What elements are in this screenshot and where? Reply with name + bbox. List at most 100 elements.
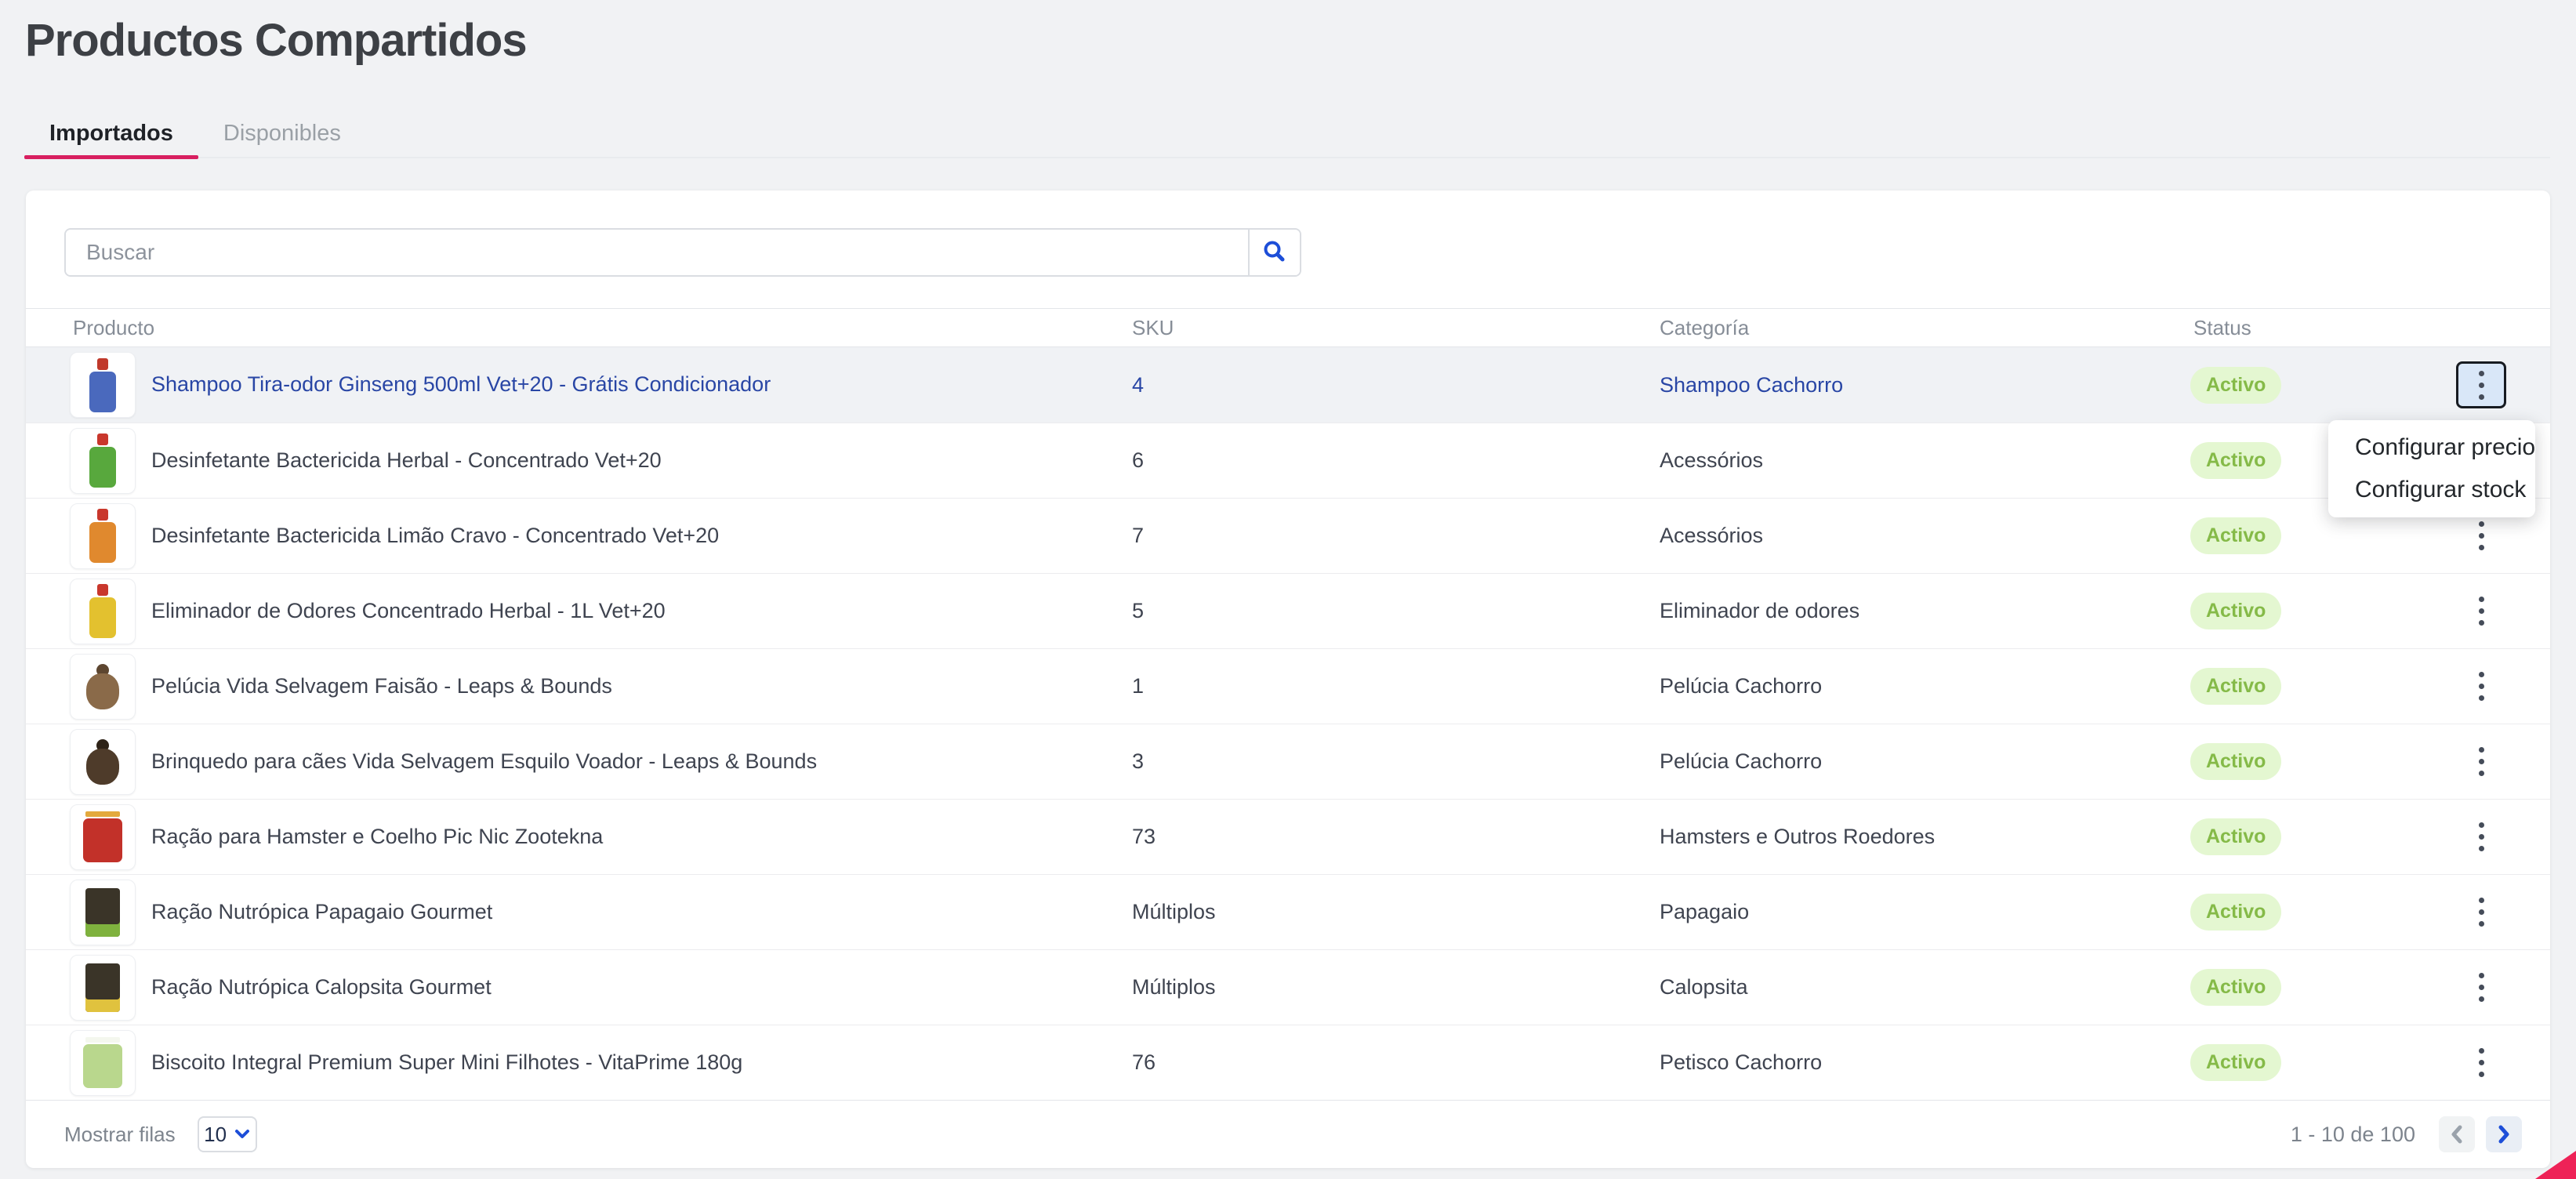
sku-cell: 3 [1129, 749, 1656, 774]
rows-per-page-select[interactable]: 10 [198, 1116, 257, 1152]
products-card: Producto SKU Categoría Status Shampoo Ti… [26, 190, 2550, 1168]
pagination-range-label: 1 - 10 de 100 [2291, 1123, 2415, 1147]
category-cell: Papagaio [1656, 900, 2190, 924]
kebab-menu-button[interactable] [2456, 814, 2506, 861]
tab-bar: Importados Disponibles [24, 110, 2550, 158]
table-row[interactable]: Biscoito Integral Premium Super Mini Fil… [26, 1025, 2550, 1100]
kebab-icon [2479, 747, 2484, 753]
corner-decoration [2535, 1151, 2576, 1179]
product-name-link[interactable]: Ração Nutrópica Papagaio Gourmet [151, 899, 524, 926]
pagination-prev-button[interactable] [2439, 1116, 2475, 1152]
status-cell: Activo [2190, 593, 2440, 629]
status-cell: Activo [2190, 1044, 2440, 1081]
parrot-food-box-image [70, 880, 136, 945]
menu-item-configurar-precio[interactable]: Configurar precio [2328, 426, 2535, 469]
product-name-link[interactable]: Desinfetante Bactericida Limão Cravo - C… [151, 523, 750, 550]
product-name-link[interactable]: Pelúcia Vida Selvagem Faisão - Leaps & B… [151, 673, 644, 700]
status-badge: Activo [2190, 517, 2281, 554]
kebab-menu-button[interactable] [2456, 663, 2506, 710]
kebab-menu-button[interactable] [2456, 738, 2506, 785]
orange-bottle-image [70, 503, 136, 569]
column-header-categoria: Categoría [1656, 316, 2190, 340]
rows-per-page-label: Mostrar filas [64, 1123, 176, 1147]
category-cell: Pelúcia Cachorro [1656, 749, 2190, 774]
red-food-pouch-image [70, 804, 136, 870]
bird-plush-toy-image [70, 654, 136, 720]
kebab-icon [2479, 672, 2484, 677]
sku-cell: 4 [1129, 373, 1656, 397]
product-name-link[interactable]: Biscoito Integral Premium Super Mini Fil… [151, 1050, 774, 1076]
kebab-menu-button[interactable] [2456, 513, 2506, 560]
chevron-right-icon [2495, 1124, 2513, 1145]
status-badge: Activo [2190, 442, 2281, 479]
chevron-left-icon [2448, 1124, 2465, 1145]
category-cell: Acessórios [1656, 448, 2190, 473]
status-badge: Activo [2190, 668, 2281, 705]
product-name-link[interactable]: Ração Nutrópica Calopsita Gourmet [151, 974, 523, 1001]
search-bar [64, 228, 1301, 277]
sku-cell: 5 [1129, 599, 1656, 623]
status-badge: Activo [2190, 969, 2281, 1006]
product-name-link[interactable]: Desinfetante Bactericida Herbal - Concen… [151, 448, 693, 474]
status-badge: Activo [2190, 593, 2281, 629]
status-badge: Activo [2190, 818, 2281, 855]
product-name-link[interactable]: Shampoo Tira-odor Ginseng 500ml Vet+20 -… [151, 372, 802, 398]
rows-per-page-value: 10 [204, 1123, 227, 1147]
product-name-link[interactable]: Ração para Hamster e Coelho Pic Nic Zoot… [151, 824, 634, 851]
status-cell: Activo [2190, 367, 2440, 404]
pagination-next-button[interactable] [2486, 1116, 2522, 1152]
table-body: Shampoo Tira-odor Ginseng 500ml Vet+20 -… [26, 347, 2550, 1100]
product-name-link[interactable]: Eliminador de Odores Concentrado Herbal … [151, 598, 697, 625]
category-cell: Petisco Cachorro [1656, 1050, 2190, 1075]
column-header-sku: SKU [1129, 316, 1656, 340]
table-row[interactable]: Ração Nutrópica Calopsita Gourmet Múltip… [26, 949, 2550, 1025]
status-cell: Activo [2190, 517, 2440, 554]
kebab-icon [2479, 371, 2484, 376]
green-bottle-image [70, 428, 136, 494]
status-cell: Activo [2190, 818, 2440, 855]
kebab-menu-button[interactable] [2456, 889, 2506, 936]
status-cell: Activo [2190, 668, 2440, 705]
table-row[interactable]: Desinfetante Bactericida Limão Cravo - C… [26, 498, 2550, 573]
kebab-menu-button[interactable] [2456, 964, 2506, 1011]
sku-cell: 1 [1129, 674, 1656, 698]
table-row[interactable]: Brinquedo para cães Vida Selvagem Esquil… [26, 724, 2550, 799]
product-name-link[interactable]: Brinquedo para cães Vida Selvagem Esquil… [151, 749, 848, 775]
sku-cell: Múltiplos [1129, 975, 1656, 999]
category-cell: Eliminador de odores [1656, 599, 2190, 623]
table-row[interactable]: Eliminador de Odores Concentrado Herbal … [26, 573, 2550, 648]
blue-shampoo-bottles-image [70, 352, 136, 418]
squirrel-plush-toy-image [70, 729, 136, 795]
kebab-menu-button[interactable] [2456, 361, 2506, 408]
search-button[interactable] [1248, 230, 1300, 275]
search-icon [1260, 238, 1290, 267]
table-footer: Mostrar filas 10 1 - 10 de 100 [26, 1100, 2550, 1168]
sku-cell: Múltiplos [1129, 900, 1656, 924]
kebab-icon [2479, 1048, 2484, 1054]
column-header-status: Status [2190, 316, 2440, 340]
table-row[interactable]: Pelúcia Vida Selvagem Faisão - Leaps & B… [26, 648, 2550, 724]
status-cell: Activo [2190, 969, 2440, 1006]
category-cell: Calopsita [1656, 975, 2190, 999]
status-badge: Activo [2190, 894, 2281, 931]
table-row[interactable]: Desinfetante Bactericida Herbal - Concen… [26, 423, 2550, 498]
page-title: Productos Compartidos [25, 14, 527, 67]
kebab-icon [2479, 822, 2484, 828]
tab-importados[interactable]: Importados [24, 110, 198, 157]
cockatiel-food-box-image [70, 955, 136, 1021]
kebab-icon [2479, 597, 2484, 602]
tab-disponibles[interactable]: Disponibles [198, 110, 366, 157]
table-row[interactable]: Ração Nutrópica Papagaio Gourmet Múltipl… [26, 874, 2550, 949]
chevron-down-icon [234, 1129, 250, 1140]
kebab-menu-button[interactable] [2456, 1039, 2506, 1086]
search-input[interactable] [66, 230, 1248, 275]
table-header: Producto SKU Categoría Status [26, 308, 2550, 347]
column-header-producto: Producto [70, 316, 1129, 340]
table-row[interactable]: Ração para Hamster e Coelho Pic Nic Zoot… [26, 799, 2550, 874]
kebab-icon [2479, 521, 2484, 527]
menu-item-configurar-stock[interactable]: Configurar stock [2328, 469, 2535, 511]
status-badge: Activo [2190, 367, 2281, 404]
status-badge: Activo [2190, 1044, 2281, 1081]
kebab-menu-button[interactable] [2456, 588, 2506, 635]
table-row[interactable]: Shampoo Tira-odor Ginseng 500ml Vet+20 -… [26, 347, 2550, 423]
